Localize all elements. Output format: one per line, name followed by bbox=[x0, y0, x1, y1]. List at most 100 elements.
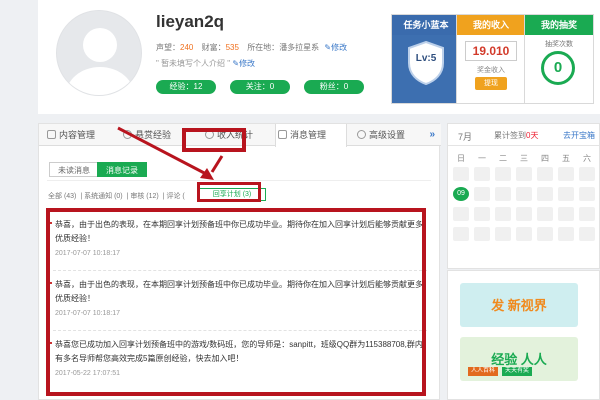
calendar-day[interactable] bbox=[474, 207, 490, 221]
list-item[interactable]: 恭喜您已成功加入回享计划预备班中的游戏/数码班，您的导师是：sanpitt，班级… bbox=[50, 338, 427, 377]
calendar-day[interactable] bbox=[537, 207, 553, 221]
tab-label: 高级设置 bbox=[369, 130, 406, 140]
message-panel: 内容管理 悬赏经验 收入统计 消息管理 高级设置 » 未读消息 消息记录 全部 … bbox=[38, 123, 441, 400]
calendar-day[interactable] bbox=[558, 167, 574, 181]
subtab-unread[interactable]: 未读消息 bbox=[49, 162, 99, 177]
banner-text: 经验 人人 bbox=[491, 352, 547, 367]
tab-bar: 内容管理 悬赏经验 收入统计 消息管理 高级设置 » bbox=[39, 124, 441, 147]
sign-in-summary: 累计签到0天 bbox=[494, 130, 538, 141]
profile-intro: " 暂未填写个人介绍 " ✎修改 bbox=[156, 58, 255, 69]
calendar-day[interactable] bbox=[579, 187, 595, 201]
tab-bounty[interactable]: 悬赏经验 bbox=[121, 124, 171, 146]
calendar-day[interactable] bbox=[579, 227, 595, 241]
lottery-label: 抽奖次数 bbox=[545, 41, 573, 48]
following-pill[interactable]: 关注：0 bbox=[230, 80, 290, 94]
list-item[interactable]: 恭喜，由于出色的表现，在本期回享计划预备班中你已成功毕业。期待你在加入回享计划后… bbox=[50, 218, 427, 257]
task-level: Lv:5 bbox=[415, 53, 437, 64]
divider bbox=[53, 330, 427, 331]
filter-system[interactable]: 系统通知 (0) bbox=[84, 193, 123, 200]
subtab-history[interactable]: 消息记录 bbox=[97, 162, 147, 177]
promo-banner-new-vision[interactable]: 发 新视界 bbox=[460, 283, 578, 327]
experience-pill[interactable]: 经验：12 bbox=[156, 80, 216, 94]
message-text: 恭喜您已成功加入回享计划预备班中的游戏/数码班，您的导师是：sanpitt，班级… bbox=[55, 340, 423, 363]
banner-tag: 人人百科 bbox=[468, 367, 499, 376]
tabs-more-button[interactable]: » bbox=[429, 129, 435, 140]
calendar-day[interactable] bbox=[537, 187, 553, 201]
tab-content-management[interactable]: 内容管理 bbox=[45, 124, 95, 146]
gear-icon bbox=[357, 130, 366, 139]
profile-header: lieyan2q 声望：240 财富：535 所在地：潘多拉星系 ✎修改 " 暂… bbox=[38, 0, 600, 114]
calendar-day[interactable] bbox=[453, 207, 469, 221]
weekday-label: 五 bbox=[562, 154, 570, 163]
filter-huixiang[interactable]: 回享计划 (3) bbox=[198, 188, 266, 201]
calendar-day[interactable] bbox=[537, 227, 553, 241]
avatar-placeholder-icon bbox=[66, 28, 134, 95]
calendar-day[interactable] bbox=[516, 187, 532, 201]
calendar-day[interactable] bbox=[495, 167, 511, 181]
intro-edit-link[interactable]: ✎修改 bbox=[232, 59, 255, 68]
calendar-day[interactable] bbox=[558, 227, 574, 241]
profile-stats: 声望：240 财富：535 所在地：潘多拉星系 ✎修改 bbox=[156, 42, 347, 53]
promo-banner-experience[interactable]: 经验 人人 人人百科 天天有奖 bbox=[460, 337, 578, 381]
avatar[interactable] bbox=[56, 10, 142, 96]
calendar-day[interactable] bbox=[474, 227, 490, 241]
divider bbox=[47, 180, 431, 181]
sign-in-calendar: 7月 累计签到0天 去开宝箱 日 一 二 三 四 五 六 09 bbox=[447, 123, 600, 269]
task-card[interactable]: 任务小蓝本 Lv:5 bbox=[391, 14, 461, 104]
calendar-day[interactable] bbox=[495, 187, 511, 201]
calendar-month: 7月 bbox=[458, 132, 473, 142]
tab-label: 悬赏经验 bbox=[135, 130, 172, 140]
message-time: 2017-07-07 10:18:17 bbox=[55, 310, 120, 317]
username: lieyan2q bbox=[156, 12, 225, 31]
location-label: 所在地： bbox=[247, 43, 280, 52]
list-icon bbox=[47, 130, 56, 139]
lottery-card[interactable]: 我的抽奖 抽奖次数 0 bbox=[524, 14, 594, 104]
calendar-day[interactable] bbox=[516, 207, 532, 221]
tab-advanced-settings[interactable]: 高级设置 bbox=[355, 124, 405, 146]
income-amount: 19.010 bbox=[465, 41, 517, 61]
prestige-value: 240 bbox=[180, 43, 194, 52]
calendar-day[interactable] bbox=[453, 227, 469, 241]
weekday-label: 四 bbox=[541, 154, 549, 163]
tab-label: 消息管理 bbox=[290, 130, 327, 140]
list-item[interactable]: 恭喜，由于出色的表现，在本期回享计划预备班中你已成功毕业。期待你在加入回享计划后… bbox=[50, 278, 427, 317]
message-time: 2017-05-22 17:07:51 bbox=[55, 370, 120, 377]
sign-in-days: 0天 bbox=[526, 131, 539, 140]
clock-icon bbox=[205, 130, 214, 139]
calendar-header: 7月 累计签到0天 去开宝箱 bbox=[448, 124, 599, 146]
calendar-day[interactable] bbox=[558, 207, 574, 221]
calendar-day-today[interactable]: 09 bbox=[453, 187, 469, 201]
lottery-count: 0 bbox=[541, 51, 575, 85]
tab-income-stats[interactable]: 收入统计 bbox=[203, 124, 253, 146]
calendar-day[interactable] bbox=[579, 167, 595, 181]
calendar-day[interactable] bbox=[516, 167, 532, 181]
location-edit-link[interactable]: ✎修改 bbox=[324, 43, 347, 52]
calendar-day[interactable] bbox=[558, 187, 574, 201]
intro-edit-label: 修改 bbox=[239, 59, 256, 68]
task-card-title: 任务小蓝本 bbox=[392, 15, 460, 35]
filter-bar: 全部 (43) | 系统通知 (0) | 审核 (12) | 评论 ( bbox=[48, 193, 185, 200]
weekday-label: 一 bbox=[478, 154, 486, 163]
calendar-day[interactable] bbox=[495, 207, 511, 221]
filter-comment[interactable]: 评论 ( bbox=[166, 193, 184, 200]
calendar-day[interactable] bbox=[516, 227, 532, 241]
tab-message-management[interactable]: 消息管理 bbox=[275, 124, 347, 147]
intro-text: " 暂未填写个人介绍 " bbox=[156, 59, 231, 68]
banner-text: 发 新视界 bbox=[491, 298, 547, 313]
calendar-day[interactable] bbox=[495, 227, 511, 241]
bullet-dot bbox=[50, 282, 52, 284]
calendar-day[interactable] bbox=[453, 167, 469, 181]
filter-review[interactable]: 审核 (12) bbox=[130, 193, 158, 200]
weekday-label: 六 bbox=[583, 154, 591, 163]
withdraw-button[interactable]: 提现 bbox=[475, 77, 507, 90]
calendar-day[interactable] bbox=[579, 207, 595, 221]
open-chest-link[interactable]: 去开宝箱 bbox=[563, 130, 595, 141]
message-text: 恭喜，由于出色的表现，在本期回享计划预备班中你已成功毕业。期待你在加入回享计划后… bbox=[55, 220, 423, 243]
coin-icon bbox=[123, 130, 132, 139]
calendar-day[interactable] bbox=[474, 187, 490, 201]
calendar-day[interactable] bbox=[537, 167, 553, 181]
followers-pill[interactable]: 粉丝：0 bbox=[304, 80, 364, 94]
income-card: 我的收入 19.010 奖金收入 提现 bbox=[456, 14, 526, 104]
calendar-day[interactable] bbox=[474, 167, 490, 181]
filter-all[interactable]: 全部 (43) bbox=[48, 193, 76, 200]
